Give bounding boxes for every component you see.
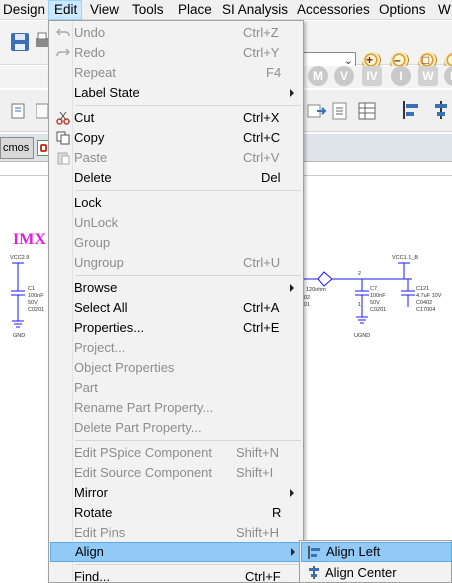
menu-separator	[75, 275, 301, 276]
menu-item-edit-pins[interactable]: Edit Pins Shift+H	[50, 523, 302, 543]
tool-i-icon[interactable]: I	[391, 66, 411, 86]
menu-view[interactable]: View	[85, 0, 124, 20]
menu-design[interactable]: Design	[0, 0, 50, 20]
menu-item-mirror[interactable]: Mirror	[50, 483, 302, 503]
menu-window[interactable]: W	[433, 0, 452, 20]
menu-item-part[interactable]: Part	[50, 378, 302, 398]
tool-m-icon[interactable]: M	[308, 66, 328, 86]
menu-item-select-all[interactable]: Select All Ctrl+A	[50, 298, 302, 318]
menu-item-rename-part-property[interactable]: Rename Part Property...	[50, 398, 302, 418]
menu-tools[interactable]: Tools	[127, 0, 169, 20]
align-left-icon	[308, 546, 320, 559]
menu-item-paste[interactable]: Paste Ctrl+V	[50, 148, 302, 168]
align-left-toolbar-icon[interactable]	[402, 100, 420, 120]
report-icon[interactable]	[332, 102, 348, 120]
c1-pkg: C0201	[28, 307, 45, 313]
submenu-arrow-icon	[290, 489, 294, 497]
scissors-icon	[56, 111, 70, 125]
align-center-toolbar-icon[interactable]	[432, 100, 450, 120]
menu-edit[interactable]: Edit	[48, 0, 82, 20]
menu-item-group[interactable]: Group	[50, 233, 302, 253]
menu-item-object-properties[interactable]: Object Properties	[50, 358, 302, 378]
place-part-icon[interactable]	[10, 102, 28, 120]
align-center-icon	[309, 566, 319, 579]
menu-item-cut[interactable]: Cut Ctrl+X	[50, 108, 302, 128]
pin-1-label: 1	[358, 302, 362, 308]
menu-item-properties[interactable]: Properties... Ctrl+E	[50, 318, 302, 338]
menu-item-browse[interactable]: Browse	[50, 278, 302, 298]
submenu-arrow-icon	[290, 284, 294, 292]
undo-icon	[56, 28, 70, 37]
export-icon[interactable]	[307, 102, 327, 120]
tool-iw-icon[interactable]: W	[418, 66, 438, 86]
menu-place[interactable]: Place	[173, 0, 217, 20]
tool-v-icon[interactable]: V	[334, 66, 354, 86]
menu-separator	[75, 105, 301, 106]
ugnd-label: UGND	[354, 333, 371, 339]
copy-icon	[56, 131, 70, 145]
edit-menu: Undo Ctrl+Z Redo Ctrl+Y Repeat F4 Label …	[48, 20, 304, 583]
c1-value: 100nF	[28, 293, 44, 299]
pin-2-label: 2	[358, 271, 362, 277]
menu-item-repeat[interactable]: Repeat F4	[50, 63, 302, 83]
ferrite-pkg-b: 01	[304, 302, 311, 308]
menu-item-edit-pspice-component[interactable]: Edit PSpice Component Shift+N	[50, 443, 302, 463]
tab-cmos[interactable]: cmos	[0, 137, 34, 159]
menu-item-project[interactable]: Project...	[50, 338, 302, 358]
ferrite-value: 120ohm	[306, 287, 326, 293]
menubar: Design Edit View Tools Place SI Analysis…	[0, 0, 452, 20]
c121-name: C121	[416, 286, 430, 292]
tool-iv-icon[interactable]: IV	[362, 66, 382, 86]
redo-icon	[56, 48, 70, 57]
c1-volt: 50V	[28, 300, 38, 306]
menu-item-redo[interactable]: Redo Ctrl+Y	[50, 43, 302, 63]
c121-ref: C17004	[416, 307, 436, 313]
menu-item-align[interactable]: Align	[50, 542, 302, 562]
c7-pkg: C0201	[370, 307, 387, 313]
align-submenu: Align Left Align Center	[299, 540, 452, 583]
paste-icon	[57, 152, 70, 165]
menu-item-unlock[interactable]: UnLock	[50, 213, 302, 233]
menu-options[interactable]: Options	[374, 0, 431, 20]
menu-item-delete[interactable]: Delete Del	[50, 168, 302, 188]
document-icon[interactable]	[36, 102, 48, 120]
c7-name: C7	[370, 286, 378, 292]
submenu-arrow-icon	[290, 89, 294, 97]
menu-item-rotate[interactable]: Rotate R	[50, 503, 302, 523]
gnd-left-label: GND	[13, 333, 26, 339]
c1-name: C1	[28, 286, 36, 292]
menu-si-analysis[interactable]: SI Analysis	[217, 0, 293, 20]
print-icon[interactable]	[36, 32, 48, 52]
menu-item-delete-part-property[interactable]: Delete Part Property...	[50, 418, 302, 438]
menu-item-ungroup[interactable]: Ungroup Ctrl+U	[50, 253, 302, 273]
c7-value: 100nF	[370, 293, 386, 299]
menu-separator	[75, 190, 301, 191]
submenu-arrow-icon	[291, 548, 295, 556]
menu-item-label-state[interactable]: Label State	[50, 83, 302, 103]
menu-item-find[interactable]: Find... Ctrl+F	[50, 567, 302, 583]
menu-separator	[75, 440, 301, 441]
menu-item-lock[interactable]: Lock	[50, 193, 302, 213]
submenu-item-align-left[interactable]: Align Left	[301, 542, 452, 562]
c7-volt: 50V	[370, 300, 380, 306]
submenu-item-align-center[interactable]: Align Center	[301, 563, 452, 583]
ferrite-pkg-a: 02	[304, 295, 311, 301]
c121-pkg: C0402	[416, 300, 433, 306]
table-icon[interactable]	[358, 102, 376, 120]
c121-value: 4.7uF 10V	[416, 293, 442, 299]
menu-item-undo[interactable]: Undo Ctrl+Z	[50, 23, 302, 43]
schematic-title: IMX	[13, 231, 46, 248]
menu-item-edit-source-component[interactable]: Edit Source Component Shift+I	[50, 463, 302, 483]
menu-accessories[interactable]: Accessories	[292, 0, 375, 20]
menu-separator	[75, 564, 301, 565]
save-icon[interactable]	[10, 32, 30, 52]
menu-item-copy[interactable]: Copy Ctrl+C	[50, 128, 302, 148]
